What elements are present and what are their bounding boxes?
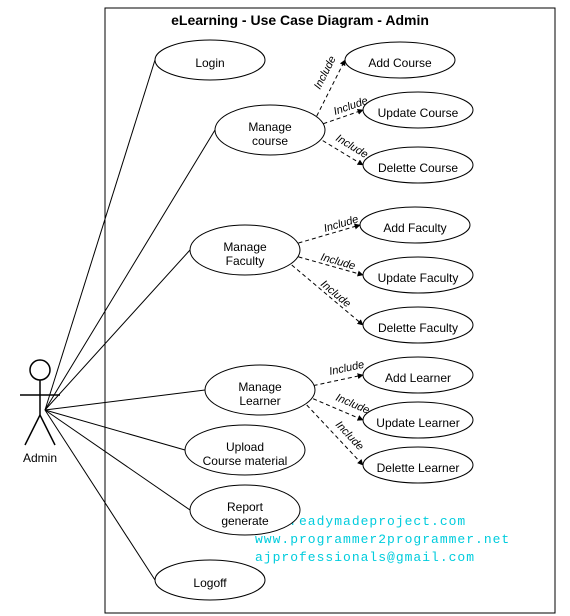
association-manage-faculty	[45, 250, 190, 410]
usecase-label: ManageFaculty	[223, 240, 267, 268]
usecase-login: Login	[155, 40, 265, 80]
usecase-logoff: Logoff	[155, 560, 265, 600]
usecase-label: Delette Learner	[377, 461, 460, 475]
usecase-label: Add Faculty	[383, 221, 446, 235]
actor-label: Admin	[23, 451, 57, 465]
usecase-label: Delette Course	[378, 161, 458, 175]
association-login	[45, 60, 155, 410]
usecase-manage-faculty: ManageFaculty	[190, 225, 300, 275]
usecase-delete-learner: Delette Learner	[363, 447, 473, 483]
association-logoff	[45, 410, 155, 580]
include-label: Include	[322, 213, 359, 234]
usecase-label: Add Course	[368, 56, 432, 70]
usecase-label: Logoff	[193, 576, 227, 590]
usecase-update-faculty: Update Faculty	[363, 257, 473, 293]
usecase-manage-learner: ManageLearner	[205, 365, 315, 415]
usecase-label: Update Learner	[376, 416, 459, 430]
usecase-update-learner: Update Learner	[363, 402, 473, 438]
include-label: Include	[319, 251, 356, 272]
usecase-label: ManageLearner	[238, 380, 282, 408]
include-label: Include	[333, 419, 366, 453]
include-label: Include	[334, 392, 371, 417]
usecase-label: Login	[195, 56, 224, 70]
usecase-update-course: Update Course	[363, 92, 473, 128]
usecase-label: Update Course	[378, 106, 459, 120]
watermark-line-2: www.programmer2programmer.net	[255, 532, 510, 547]
usecase-report-generate: Reportgenerate	[190, 485, 300, 535]
include-label: Include	[312, 54, 339, 91]
include-label: Include	[318, 278, 353, 310]
usecase-label: Update Faculty	[378, 271, 459, 285]
diagram-title: eLearning - Use Case Diagram - Admin	[171, 12, 429, 28]
usecase-upload-material: UploadCourse material	[185, 425, 305, 475]
association-manage-learner	[45, 390, 205, 410]
association-manage-course	[45, 130, 215, 410]
usecase-delete-course: Delette Course	[363, 147, 473, 183]
usecase-label: Delette Faculty	[378, 321, 458, 335]
include-label: Include	[328, 359, 365, 378]
usecase-delete-faculty: Delette Faculty	[363, 307, 473, 343]
usecase-label: Managecourse	[248, 120, 292, 148]
association-upload-material	[45, 410, 185, 450]
usecase-manage-course: Managecourse	[215, 105, 325, 155]
usecase-add-faculty: Add Faculty	[360, 207, 470, 243]
use-case-diagram: eLearning - Use Case Diagram - Admin www…	[0, 0, 570, 616]
usecase-label: Reportgenerate	[221, 500, 269, 528]
watermark-line-3: ajprofessionals@gmail.com	[255, 550, 475, 565]
usecase-add-course: Add Course	[345, 42, 455, 78]
usecase-add-learner: Add Learner	[363, 357, 473, 393]
association-report-generate	[45, 410, 190, 510]
usecase-label: Add Learner	[385, 371, 451, 385]
include-label: Include	[333, 132, 370, 161]
